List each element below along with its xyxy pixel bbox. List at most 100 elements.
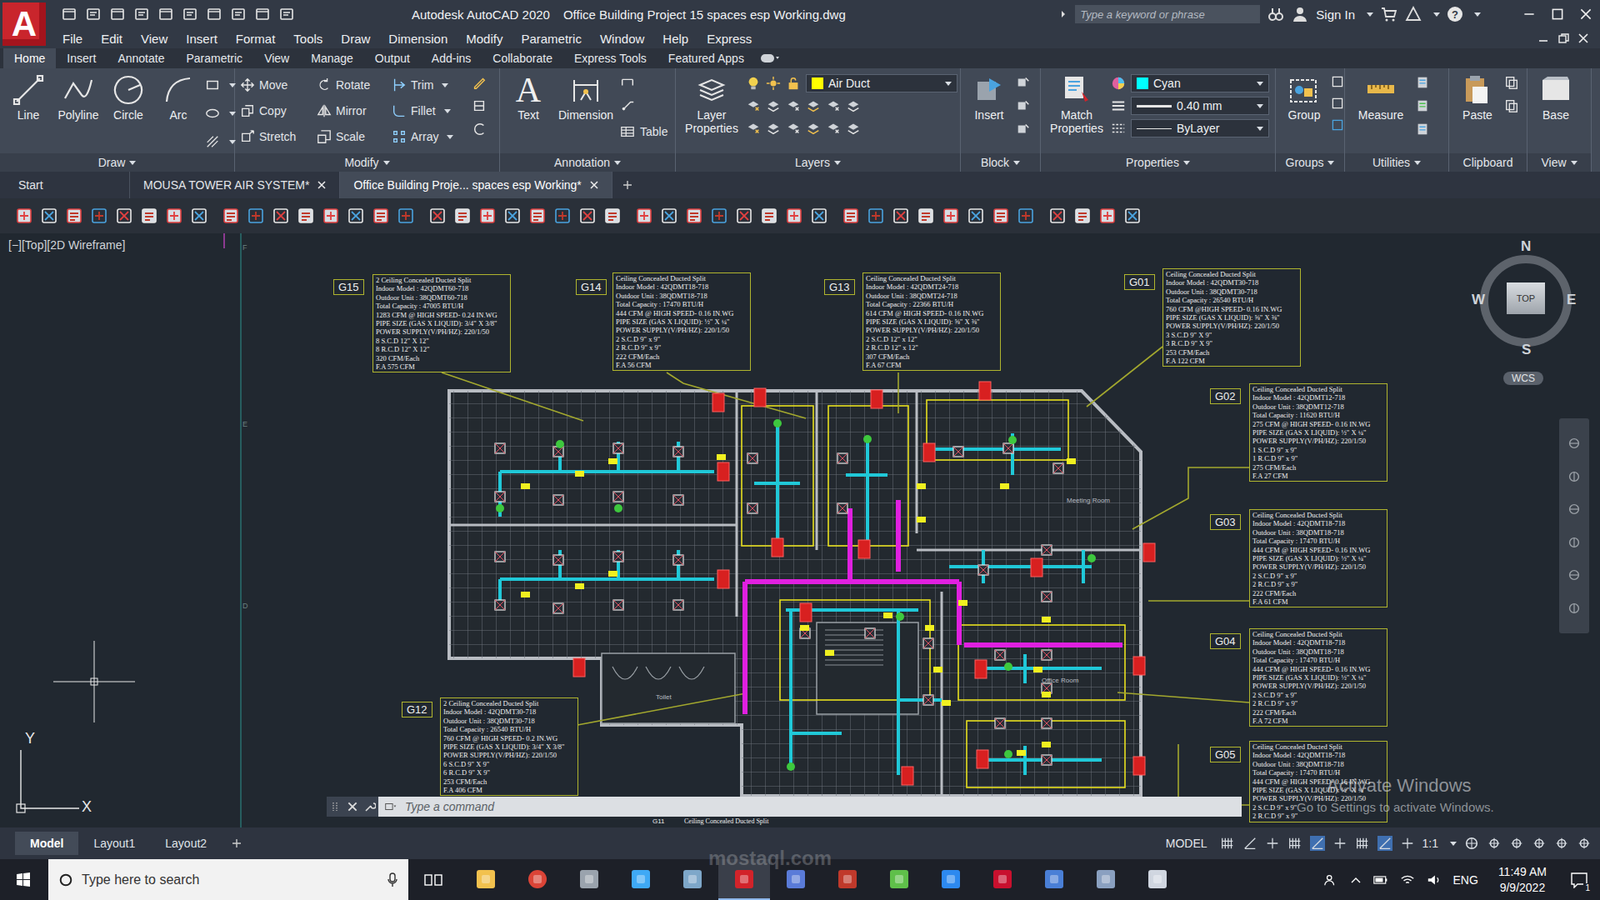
action-center-button[interactable]: 1 xyxy=(1566,867,1592,893)
draw-tool-button[interactable]: Line xyxy=(5,73,52,123)
navigation-tool-icon[interactable] xyxy=(1566,435,1582,451)
menu-item[interactable]: View xyxy=(140,31,168,46)
modify-tool-button[interactable]: Scale xyxy=(316,126,392,147)
paste-button[interactable]: Paste xyxy=(1454,73,1501,123)
toolbar-icon[interactable] xyxy=(841,206,860,225)
navigation-tool-icon[interactable] xyxy=(1566,567,1582,583)
lightbulb-icon[interactable] xyxy=(745,75,761,91)
close-tab-icon[interactable] xyxy=(317,180,326,190)
compass-east[interactable]: E xyxy=(1566,291,1576,309)
app-logo[interactable]: A xyxy=(2,2,46,46)
lock-icon[interactable] xyxy=(785,75,801,91)
measure-button[interactable]: Measure xyxy=(1350,73,1412,123)
taskbar-app[interactable] xyxy=(821,859,874,900)
navigation-tool-icon[interactable] xyxy=(1566,600,1582,616)
toolbar-icon[interactable] xyxy=(90,206,109,225)
ribbon-tab[interactable]: Featured Apps xyxy=(657,48,755,69)
modify-extra-icon[interactable] xyxy=(471,98,487,114)
file-tab[interactable]: Office Building Proje... spaces esp Work… xyxy=(340,171,612,199)
modify-tool-button[interactable]: Array xyxy=(391,126,469,147)
panel-title[interactable]: Groups xyxy=(1275,153,1345,172)
toolbar-icon[interactable] xyxy=(553,206,572,225)
layout-tab[interactable]: Layout1 xyxy=(78,831,150,855)
toolbar-icon[interactable] xyxy=(891,206,910,225)
current-layer-dropdown[interactable]: Air Duct xyxy=(805,74,958,93)
windows-start-icon[interactable] xyxy=(15,871,32,889)
quick-access-icon[interactable] xyxy=(205,5,223,23)
unit-schedule-note[interactable]: Ceiling Concealed Ducted SplitIndoor Mod… xyxy=(1249,509,1388,608)
ribbon-tab[interactable]: Output xyxy=(364,48,421,69)
toolbar-icon[interactable] xyxy=(785,206,804,225)
customize-wrench-icon[interactable] xyxy=(364,800,376,813)
dimension-tool-button[interactable]: Dimension xyxy=(555,73,617,123)
menu-item[interactable]: Modify xyxy=(465,31,503,46)
viewcube[interactable]: N S W E TOP WCS xyxy=(1471,238,1580,397)
modify-tool-button[interactable]: Copy xyxy=(240,100,317,121)
toolbar-icon[interactable] xyxy=(1123,206,1142,225)
menu-item[interactable]: Parametric xyxy=(520,31,582,46)
ucs-menu[interactable]: WCS xyxy=(1503,371,1544,385)
block-tool-icon[interactable] xyxy=(1015,121,1031,137)
toolbar-icon[interactable] xyxy=(190,206,209,225)
taskbar-app[interactable] xyxy=(718,859,770,900)
panel-title[interactable]: Utilities xyxy=(1345,153,1449,172)
people-icon[interactable] xyxy=(1323,872,1339,888)
lineweight-icon[interactable] xyxy=(1110,98,1126,114)
group-tool-icon[interactable] xyxy=(1330,75,1345,89)
toolbar-icon[interactable] xyxy=(503,206,522,225)
toolbar-icon[interactable] xyxy=(15,206,34,225)
modify-tool-button[interactable]: Stretch xyxy=(240,126,317,147)
menu-item[interactable]: Express xyxy=(706,31,752,46)
taskbar-app[interactable] xyxy=(511,859,564,900)
show-hidden-icons-icon[interactable] xyxy=(1350,874,1362,886)
toolbar-icon[interactable] xyxy=(321,206,340,225)
status-tool-icon[interactable] xyxy=(1531,835,1547,851)
panel-title[interactable]: Block xyxy=(960,153,1040,172)
clock[interactable]: 11:49 AM 9/9/2022 xyxy=(1498,864,1547,895)
taskbar-app[interactable] xyxy=(1028,859,1080,900)
toolbar-icon[interactable] xyxy=(735,206,754,225)
toolbar-icon[interactable] xyxy=(140,206,159,225)
draw-tool-button[interactable]: Arc xyxy=(155,73,202,123)
toolbar-icon[interactable] xyxy=(221,206,240,225)
quick-access-icon[interactable] xyxy=(109,5,126,23)
file-tab[interactable]: Start xyxy=(5,171,130,199)
menu-item[interactable]: Window xyxy=(600,31,645,46)
modify-tool-button[interactable]: Fillet xyxy=(391,100,469,121)
drafting-aid-icon[interactable] xyxy=(1332,835,1348,851)
caret-icon[interactable] xyxy=(1450,841,1457,846)
unit-schedule-note[interactable]: Ceiling Concealed Ducted SplitIndoor Mod… xyxy=(862,272,1001,371)
cart-icon[interactable] xyxy=(1380,5,1398,23)
taskbar-search[interactable]: Type here to search xyxy=(48,859,409,900)
quick-access-icon[interactable] xyxy=(254,5,271,23)
toolbar-icon[interactable] xyxy=(1098,206,1117,225)
input-language[interactable]: ENG xyxy=(1453,873,1479,887)
restore-icon[interactable] xyxy=(1556,31,1570,45)
ribbon-tab[interactable]: Express Tools xyxy=(563,48,658,69)
panel-title[interactable]: Layers xyxy=(675,153,960,172)
layer-properties-button[interactable]: Layer Properties xyxy=(680,73,743,135)
toolbar-icon[interactable] xyxy=(346,206,365,225)
menu-item[interactable]: Tools xyxy=(293,31,323,46)
status-tool-icon[interactable] xyxy=(1576,835,1592,851)
caret-icon[interactable] xyxy=(1474,12,1481,17)
autodesk-a360-icon[interactable] xyxy=(1405,5,1422,23)
taskbar-app[interactable] xyxy=(1080,859,1132,900)
status-tool-icon[interactable] xyxy=(1464,835,1480,851)
toolbar-icon[interactable] xyxy=(65,206,84,225)
drafting-aid-icon[interactable] xyxy=(1265,835,1280,851)
multileader-icon[interactable] xyxy=(620,98,635,114)
clipboard-tool-icon[interactable] xyxy=(1504,98,1520,114)
toolbar-icon[interactable] xyxy=(710,206,729,225)
status-tool-icon[interactable] xyxy=(1509,835,1525,851)
sign-in-button[interactable]: Sign In xyxy=(1315,7,1355,22)
utility-tool-icon[interactable] xyxy=(1415,121,1430,137)
group-tool-icon[interactable] xyxy=(1330,118,1345,132)
panel-title[interactable]: Draw xyxy=(0,153,235,172)
minimize-icon[interactable] xyxy=(1521,6,1537,22)
user-icon[interactable] xyxy=(1291,5,1309,23)
toolbar-icon[interactable] xyxy=(478,206,497,225)
leader-icon[interactable] xyxy=(620,75,635,90)
utility-tool-icon[interactable] xyxy=(1415,75,1430,90)
unit-tag[interactable]: G01 xyxy=(1124,274,1155,290)
